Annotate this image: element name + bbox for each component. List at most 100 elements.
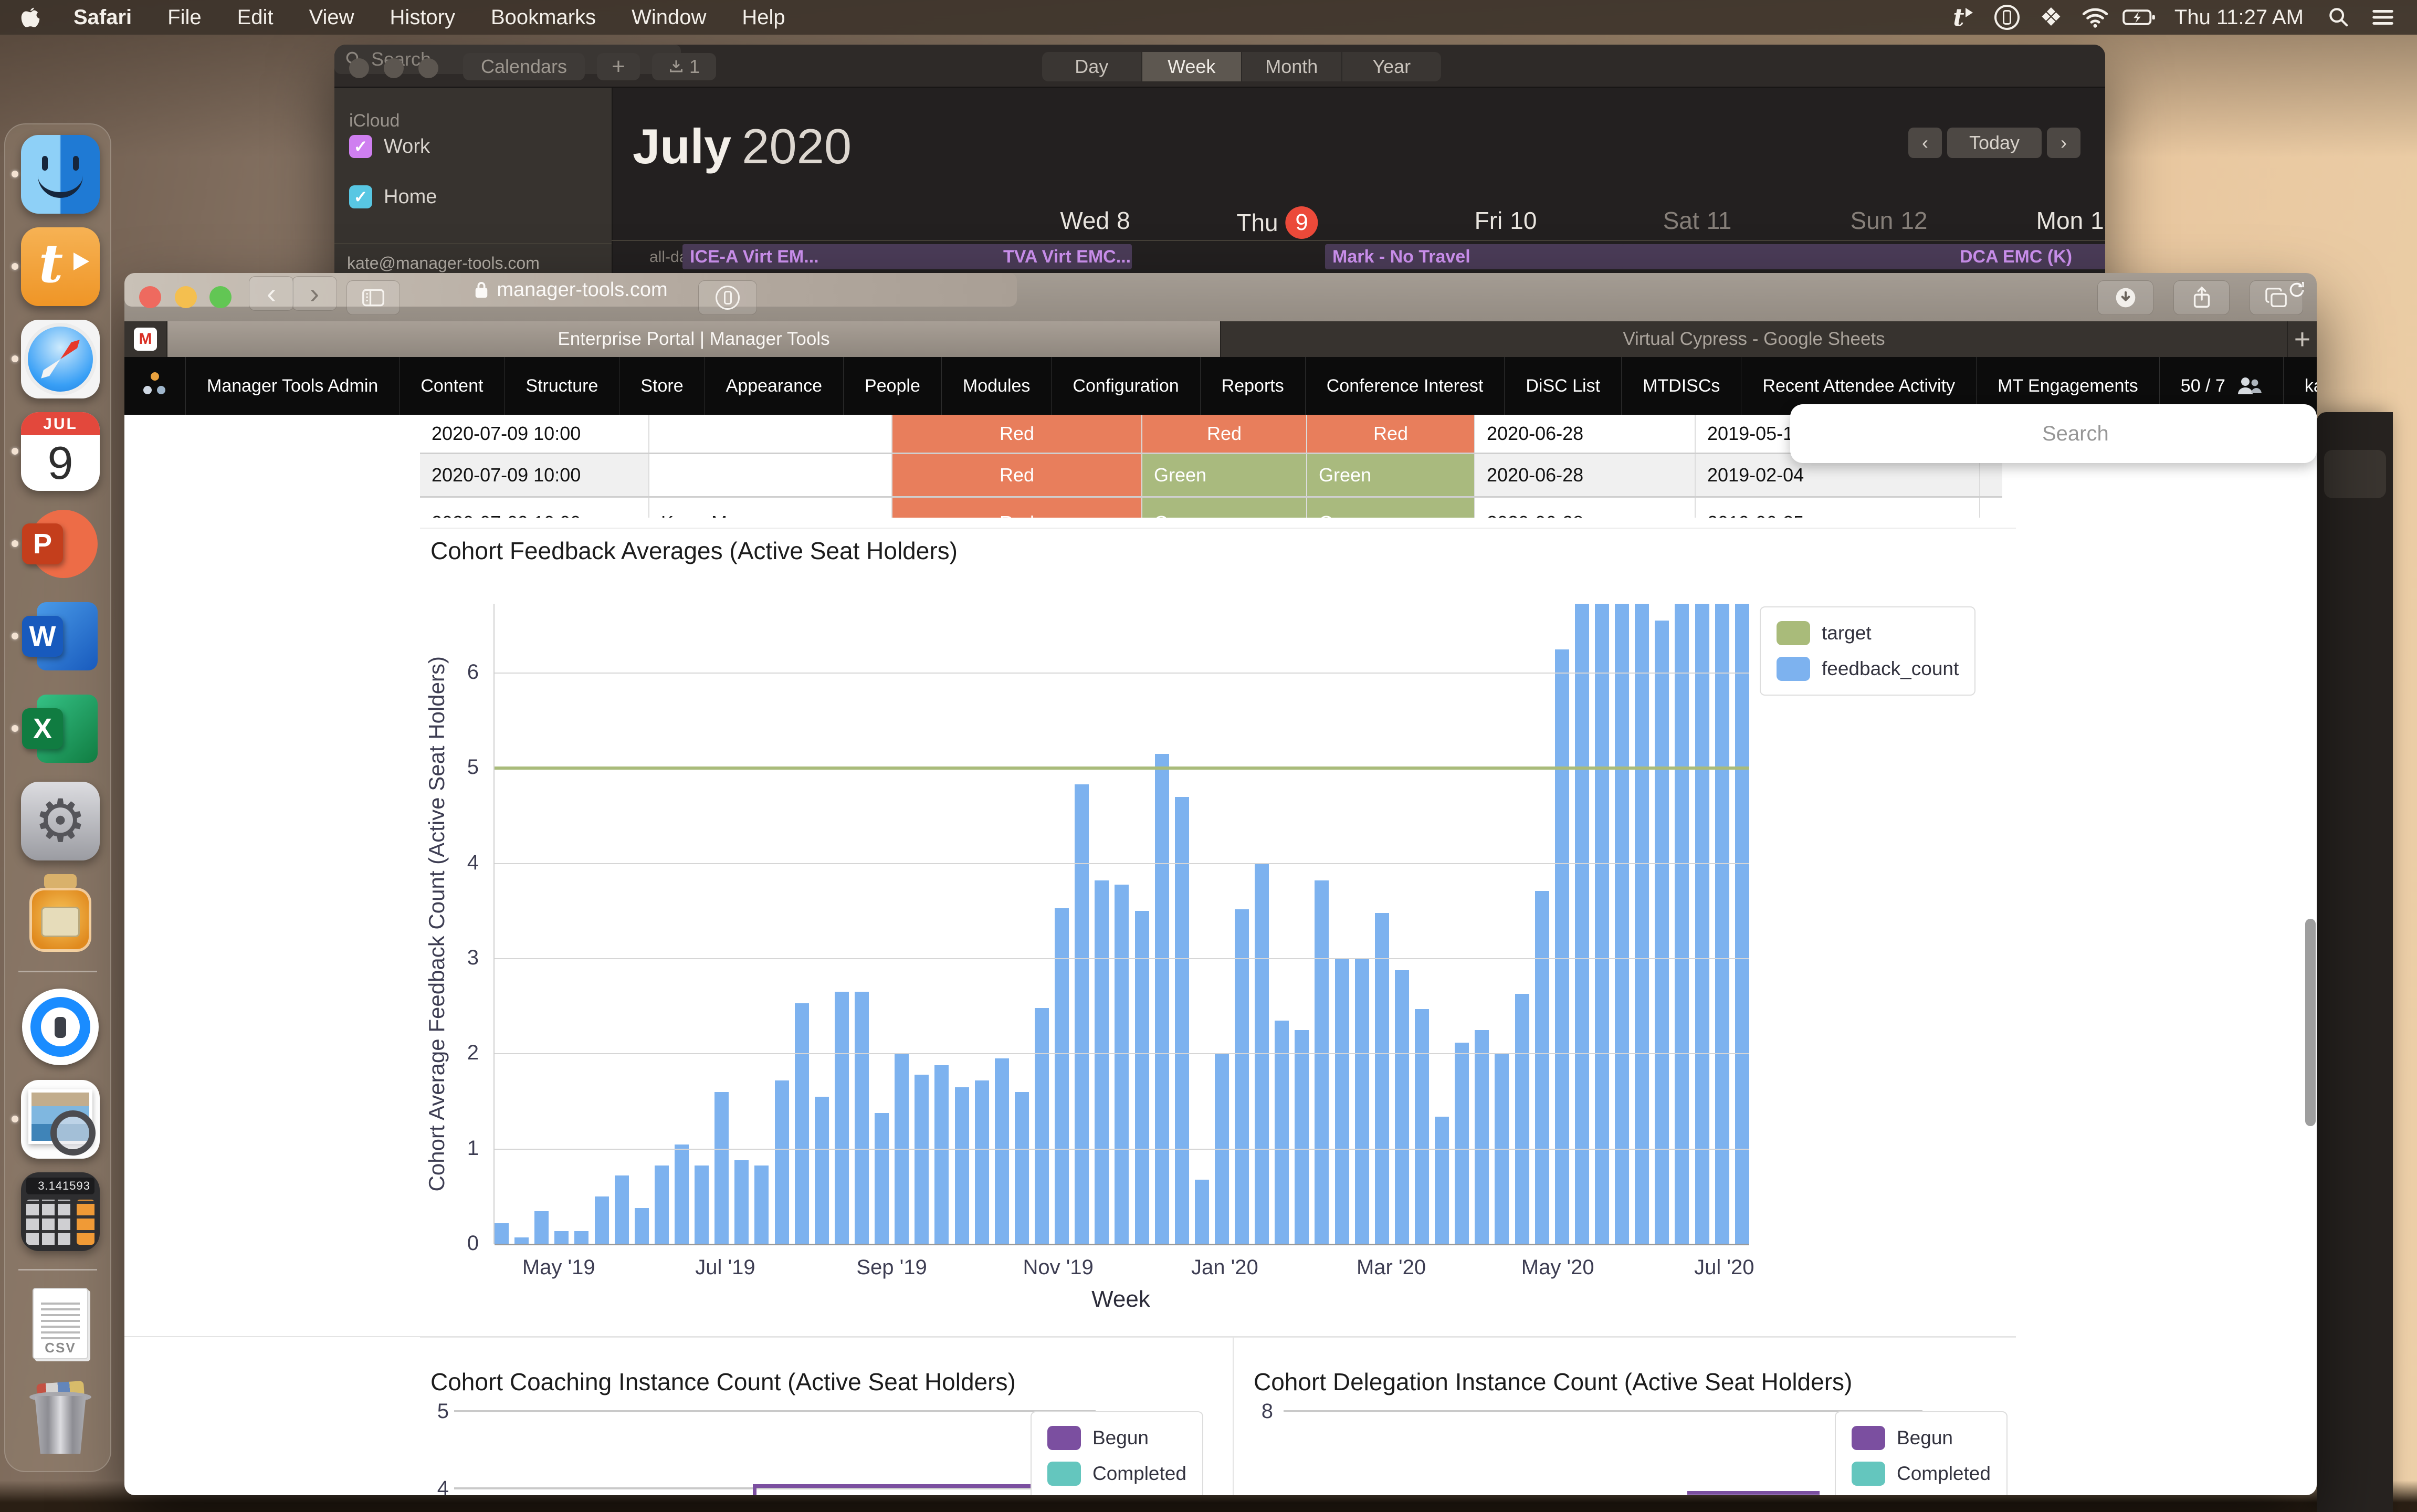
page-search-box[interactable]: Search xyxy=(1790,404,2317,463)
battery-charging-icon[interactable] xyxy=(2121,2,2158,33)
dock-icon-excel[interactable]: X xyxy=(21,689,100,768)
menu-item-help[interactable]: Help xyxy=(724,6,803,29)
legend-label: Begun xyxy=(1092,1427,1149,1449)
sidebar-toggle-button[interactable] xyxy=(346,280,400,315)
today-button[interactable]: Today xyxy=(1947,128,2042,158)
zoom-button[interactable] xyxy=(418,58,438,78)
calendar-list-item-home[interactable]: ✓ Home xyxy=(349,185,437,208)
next-week-button[interactable]: › xyxy=(2047,128,2080,158)
dock-icon-calendar[interactable]: JUL9 xyxy=(21,412,100,491)
menu-item-bookmarks[interactable]: Bookmarks xyxy=(473,6,614,29)
menu-item-view[interactable]: View xyxy=(291,6,372,29)
dock-icon-onepassword[interactable] xyxy=(21,988,100,1066)
dock-icon-powerpoint[interactable]: P xyxy=(21,505,100,583)
admin-nav-configuration[interactable]: Configuration xyxy=(1052,357,1200,415)
calendar-event[interactable]: TVA Virt EMC... xyxy=(996,244,1132,269)
feedback-bar xyxy=(595,1196,609,1244)
admin-nav-people[interactable]: People xyxy=(844,357,942,415)
dock-icon-system-preferences[interactable]: ⚙ xyxy=(21,782,100,860)
view-tab-month[interactable]: Month xyxy=(1242,52,1342,81)
calendar-day-sat[interactable]: Sat11 xyxy=(1663,206,1732,235)
calendar-day-mon[interactable]: Mon13 xyxy=(2036,206,2105,235)
drupal-icon[interactable] xyxy=(124,357,186,415)
dock-icon-word[interactable]: W xyxy=(21,597,100,676)
minimize-button[interactable] xyxy=(175,286,197,308)
menu-app-name[interactable]: Safari xyxy=(56,6,150,29)
onepassword-icon[interactable] xyxy=(1989,2,2025,33)
table-row[interactable]: 2020-07-09 10:00RedGreenGreen2020-06-282… xyxy=(420,454,2002,498)
onepassword-extension-button[interactable] xyxy=(698,280,757,315)
dock-icon-jar-utility[interactable] xyxy=(21,874,100,953)
calendar-event[interactable] xyxy=(1622,244,1924,269)
table-row[interactable]: 2020-07-09 10:00Kerry MRedGreenGreen2020… xyxy=(420,498,2002,518)
view-tab-year[interactable]: Year xyxy=(1342,52,1442,81)
downloads-button[interactable] xyxy=(2097,280,2153,315)
legend-entry-feedback_count: feedback_count xyxy=(1777,657,1959,681)
dock-icon-preview[interactable] xyxy=(21,1080,100,1159)
minimize-button[interactable] xyxy=(384,58,404,78)
share-button[interactable] xyxy=(2173,280,2230,315)
dock-icon-csv-document[interactable]: CSV xyxy=(21,1286,100,1364)
admin-nav-appearance[interactable]: Appearance xyxy=(705,357,844,415)
dock-icon-finder[interactable] xyxy=(21,135,100,214)
feedback-bar xyxy=(995,1058,1009,1244)
menu-item-window[interactable]: Window xyxy=(614,6,724,29)
close-button[interactable] xyxy=(139,286,161,308)
calendar-day-sun[interactable]: Sun12 xyxy=(1850,206,1927,235)
dock-icon-calculator[interactable]: 3.141593 xyxy=(21,1172,100,1251)
calendar-day-fri[interactable]: Fri10 xyxy=(1475,206,1537,235)
calendar-event[interactable]: Mark - No Travel xyxy=(1325,244,1627,269)
admin-nav-modules[interactable]: Modules xyxy=(942,357,1052,415)
view-tab-week[interactable]: Week xyxy=(1142,52,1243,81)
search-icon[interactable] xyxy=(2320,2,2357,33)
tab-overview-button[interactable] xyxy=(2250,280,2303,315)
calendars-button[interactable]: Calendars xyxy=(463,53,585,80)
table-row[interactable]: 2020-07-09 10:00RedRedRed2020-06-282019-… xyxy=(420,415,2002,454)
calendar-event[interactable]: DCA EMC (K) xyxy=(1919,244,2105,269)
menu-clock[interactable]: Thu 11:27 AM xyxy=(2165,6,2313,29)
new-tab-button[interactable]: + xyxy=(2288,321,2317,357)
dropbox-icon[interactable]: ❖ xyxy=(2033,2,2069,33)
admin-nav-mtdiscs[interactable]: MTDISCs xyxy=(1622,357,1741,415)
add-event-button[interactable]: + xyxy=(597,53,640,80)
checkbox-work[interactable]: ✓ xyxy=(349,135,372,158)
menu-item-history[interactable]: History xyxy=(372,6,473,29)
admin-nav-reports[interactable]: Reports xyxy=(1201,357,1306,415)
checkbox-home[interactable]: ✓ xyxy=(349,185,372,208)
view-tab-day[interactable]: Day xyxy=(1042,52,1142,81)
legend-label: Begun xyxy=(1897,1427,1953,1449)
admin-nav-structure[interactable]: Structure xyxy=(505,357,619,415)
prev-week-button[interactable]: ‹ xyxy=(1908,128,1942,158)
tab-enterprise-portal[interactable]: Enterprise Portal | Manager Tools xyxy=(167,321,1221,357)
list-icon[interactable] xyxy=(2365,2,2401,33)
admin-nav-manager-tools-admin[interactable]: Manager Tools Admin xyxy=(186,357,400,415)
dock-icon-safari[interactable] xyxy=(21,320,100,398)
inbox-button[interactable]: 1 xyxy=(652,53,716,80)
textexpander-icon[interactable]: t xyxy=(1945,2,1981,33)
table-cell-name xyxy=(649,415,892,453)
background-window[interactable] xyxy=(2317,412,2393,1512)
apple-menu-icon[interactable] xyxy=(0,6,56,29)
close-button[interactable] xyxy=(349,58,369,78)
running-indicator xyxy=(12,171,18,177)
admin-nav-store[interactable]: Store xyxy=(619,357,705,415)
forward-button[interactable]: › xyxy=(292,276,337,311)
calendar-list-item-work[interactable]: ✓ Work xyxy=(349,135,430,158)
scrollbar-thumb[interactable] xyxy=(2305,919,2316,1126)
zoom-button[interactable] xyxy=(209,286,232,308)
wifi-icon[interactable] xyxy=(2077,2,2114,33)
admin-nav-conference-interest[interactable]: Conference Interest xyxy=(1306,357,1505,415)
calendar-day-thu[interactable]: Thu9 xyxy=(1236,206,1318,239)
menu-item-file[interactable]: File xyxy=(150,6,219,29)
admin-nav-content[interactable]: Content xyxy=(400,357,505,415)
tab-virtual-cypress[interactable]: Virtual Cypress - Google Sheets xyxy=(1221,321,2288,357)
calendar-event[interactable]: ICE-A Virt EM... xyxy=(682,244,1001,269)
menu-item-edit[interactable]: Edit xyxy=(219,6,291,29)
table-cell-status2: Red xyxy=(1142,415,1307,453)
pinned-tab-gmail[interactable]: M xyxy=(124,321,167,357)
back-button[interactable]: ‹ xyxy=(249,276,294,311)
calendar-day-wed[interactable]: Wed8 xyxy=(1060,206,1130,235)
dock-icon-textexpander[interactable]: t xyxy=(21,227,100,306)
admin-nav-disc-list[interactable]: DiSC List xyxy=(1505,357,1622,415)
dock-icon-trash[interactable] xyxy=(21,1378,100,1457)
